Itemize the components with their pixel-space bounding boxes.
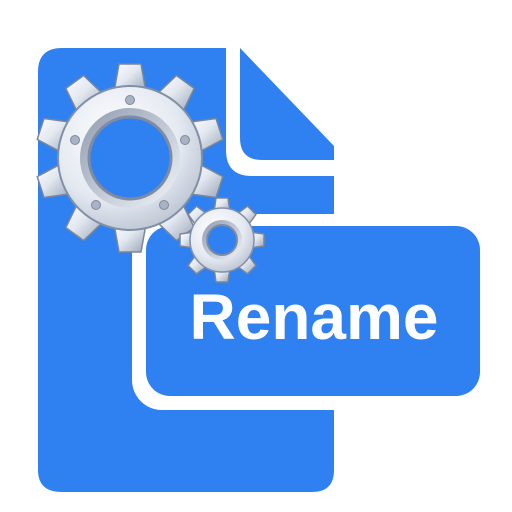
rename-app-icon: Rename [36, 48, 492, 492]
gear-bolt [91, 200, 101, 210]
gear-bolt [70, 135, 80, 145]
small-gear-icon [179, 197, 265, 283]
rename-text: Rename [190, 281, 439, 353]
gear-bolt [180, 135, 190, 145]
document-fold [240, 48, 334, 160]
gear-bolt [159, 200, 169, 210]
gear-bolt [125, 95, 135, 105]
